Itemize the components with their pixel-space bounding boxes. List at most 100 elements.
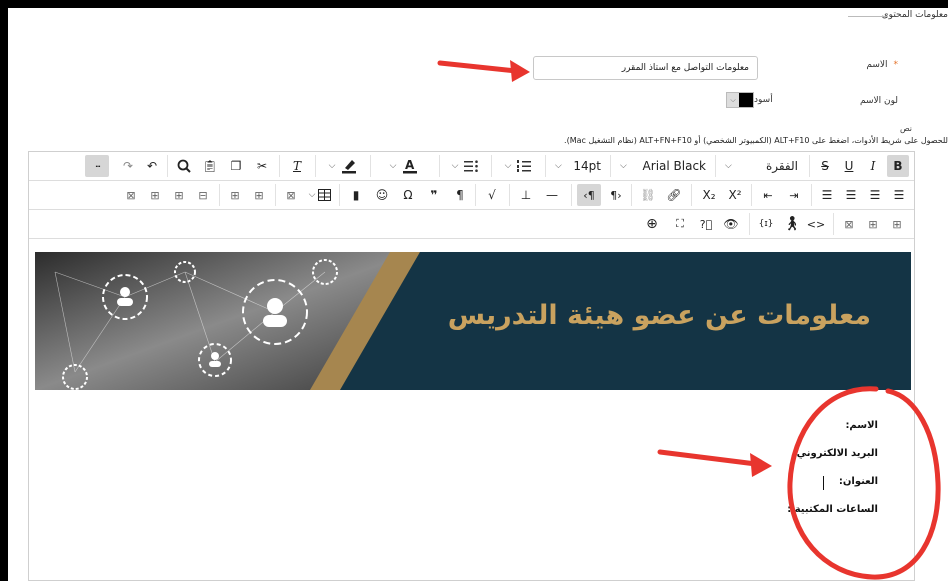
color-name: أسود bbox=[754, 95, 773, 105]
font-size-dropdown[interactable]: ⌵ 14pt bbox=[549, 155, 607, 177]
toolbar-separator bbox=[475, 184, 476, 206]
name-label: * الاسم bbox=[866, 60, 898, 70]
table-row-before-icon[interactable]: ⊞ bbox=[249, 184, 269, 206]
insert-content-icon[interactable]: ⊥ bbox=[515, 184, 537, 206]
toolbar-separator bbox=[610, 155, 611, 177]
toolbar-row-3: ⊞ ⊞ ⊠ <> 🚶︎ {ɪ} 👁︎ ?⃝ ⛶ ⊕ bbox=[29, 210, 914, 239]
insert-table-button[interactable]: ⌵ bbox=[305, 184, 335, 206]
unlink-icon[interactable]: ⛓ bbox=[637, 184, 659, 206]
redo-icon[interactable]: ↷ bbox=[117, 155, 139, 177]
color-picker[interactable]: ⌵ أسود bbox=[726, 92, 779, 108]
block-format-dropdown[interactable]: ⌵ الفقرة bbox=[719, 155, 804, 177]
name-input[interactable] bbox=[533, 56, 758, 80]
toolbar-separator bbox=[509, 184, 510, 206]
text-color-button[interactable]: ⌵ A bbox=[374, 155, 434, 177]
clear-formatting-icon[interactable]: T bbox=[285, 155, 309, 177]
outdent-icon[interactable]: ⇤ bbox=[757, 184, 779, 206]
numbered-list-icon bbox=[517, 160, 532, 172]
numbered-list-button[interactable]: ⌵ bbox=[495, 155, 541, 177]
more-options-button[interactable]: ··· bbox=[85, 155, 109, 177]
table-col-after-icon[interactable]: ⊞ bbox=[169, 184, 189, 206]
chevron-down-icon: ⌵ bbox=[725, 161, 732, 171]
name-label-text: الاسم bbox=[866, 60, 888, 70]
annotation-arrow-icon bbox=[657, 449, 772, 477]
text-color-icon: A bbox=[403, 158, 418, 174]
find-replace-icon[interactable] bbox=[173, 155, 195, 177]
preview-icon[interactable]: 👁︎ bbox=[719, 213, 743, 235]
align-left-icon[interactable]: ☰ bbox=[889, 184, 909, 206]
font-family-value: Arial Black bbox=[642, 159, 706, 173]
rtl-direction-icon[interactable]: ‹¶ bbox=[577, 184, 601, 206]
accessibility-icon[interactable]: 🚶︎ bbox=[781, 213, 803, 235]
undo-icon[interactable]: ↶ bbox=[141, 155, 163, 177]
annotation-circle-icon bbox=[787, 386, 941, 580]
fullscreen-icon[interactable]: ⛶ bbox=[669, 213, 691, 235]
highlight-color-button[interactable]: ⌵ bbox=[319, 155, 367, 177]
chevron-down-icon: ⌵ bbox=[620, 161, 627, 171]
chevron-down-icon: ⌵ bbox=[555, 161, 562, 171]
paragraph-mark-button[interactable]: ¶ bbox=[449, 184, 471, 206]
chevron-down-icon: ⌵ bbox=[308, 190, 316, 200]
bullet-list-icon bbox=[464, 160, 479, 172]
section-divider bbox=[848, 16, 888, 17]
toolbar-separator bbox=[167, 155, 168, 177]
paste-icon[interactable]: 📋︎ bbox=[199, 155, 221, 177]
highlighter-icon bbox=[342, 160, 357, 174]
toolbar-separator bbox=[751, 184, 752, 206]
table-cell-icon[interactable]: ⊞ bbox=[863, 213, 883, 235]
section-title: معلومات المحتوى bbox=[881, 10, 948, 20]
toolbar-row-2: ☰ ☰ ☰ ☰ ⇥ ⇤ X² X₂ 🔗︎ ⛓ ¶› ‹¶ — ⊥ √ ¶ ❞ Ω… bbox=[29, 181, 914, 210]
emoji-icon[interactable]: ☺ bbox=[371, 184, 393, 206]
bookmark-icon[interactable]: ▮ bbox=[345, 184, 367, 206]
toolbar-separator bbox=[631, 184, 632, 206]
copy-icon[interactable]: ❐ bbox=[225, 155, 247, 177]
table-row-icon[interactable]: ⊠ bbox=[839, 213, 859, 235]
block-format-value: الفقرة bbox=[765, 159, 798, 173]
color-swatch-control[interactable]: ⌵ bbox=[726, 92, 754, 108]
subscript-button[interactable]: X₂ bbox=[697, 184, 721, 206]
table-delete-icon[interactable]: ⊠ bbox=[281, 184, 301, 206]
toolbar-separator bbox=[833, 213, 834, 235]
blockquote-icon[interactable]: ❞ bbox=[423, 184, 445, 206]
source-code-button[interactable]: <> bbox=[805, 213, 827, 235]
bullet-list-button[interactable]: ⌵ bbox=[443, 155, 487, 177]
color-swatch[interactable] bbox=[739, 93, 753, 107]
svg-text:A: A bbox=[405, 158, 415, 172]
table-col-before-icon[interactable]: ⊟ bbox=[193, 184, 213, 206]
rich-text-editor[interactable]: B I U S ⌵ الفقرة ⌵ Arial Black ⌵ 14pt ⌵ bbox=[28, 151, 915, 581]
align-center-icon[interactable]: ☰ bbox=[865, 184, 885, 206]
cut-icon[interactable]: ✂ bbox=[251, 155, 273, 177]
superscript-button[interactable]: X² bbox=[723, 184, 747, 206]
table-merge-icon[interactable]: ⊞ bbox=[145, 184, 165, 206]
toolbar-separator bbox=[715, 155, 716, 177]
italic-button[interactable]: I bbox=[863, 155, 883, 177]
toolbar-separator bbox=[439, 155, 440, 177]
editor-content[interactable]: معلومات عن عضو هيئة التدريس الاسم: البري… bbox=[29, 240, 914, 580]
table-row-after-icon[interactable]: ⊞ bbox=[225, 184, 245, 206]
special-character-icon[interactable]: Ω bbox=[397, 184, 419, 206]
faculty-banner-image: معلومات عن عضو هيئة التدريس bbox=[35, 252, 911, 390]
table-split-icon[interactable]: ⊠ bbox=[121, 184, 141, 206]
toolbar-separator bbox=[571, 184, 572, 206]
chevron-down-icon: ⌵ bbox=[389, 161, 397, 171]
indent-icon[interactable]: ⇥ bbox=[783, 184, 805, 206]
align-right-icon[interactable]: ☰ bbox=[841, 184, 861, 206]
add-content-icon[interactable]: ⊕ bbox=[641, 213, 663, 235]
bold-button[interactable]: B bbox=[887, 155, 909, 177]
align-justify-icon[interactable]: ☰ bbox=[817, 184, 837, 206]
font-family-dropdown[interactable]: ⌵ Arial Black bbox=[614, 155, 712, 177]
table-props-icon[interactable]: ⊞ bbox=[887, 213, 907, 235]
link-icon[interactable]: 🔗︎ bbox=[663, 184, 685, 206]
math-formula-icon[interactable]: √ bbox=[481, 184, 503, 206]
ltr-direction-icon[interactable]: ¶› bbox=[605, 184, 627, 206]
banner-title: معلومات عن عضو هيئة التدريس bbox=[447, 300, 871, 331]
horizontal-line-icon[interactable]: — bbox=[541, 184, 563, 206]
required-marker: * bbox=[893, 60, 899, 70]
strikethrough-button[interactable]: S bbox=[815, 155, 835, 177]
annotation-arrow-icon bbox=[437, 60, 530, 82]
variables-button[interactable]: {ɪ} bbox=[755, 213, 777, 235]
chevron-down-icon: ⌵ bbox=[451, 161, 459, 171]
help-icon[interactable]: ?⃝ bbox=[695, 213, 717, 235]
underline-button[interactable]: U bbox=[839, 155, 859, 177]
chevron-down-icon[interactable]: ⌵ bbox=[727, 93, 739, 107]
